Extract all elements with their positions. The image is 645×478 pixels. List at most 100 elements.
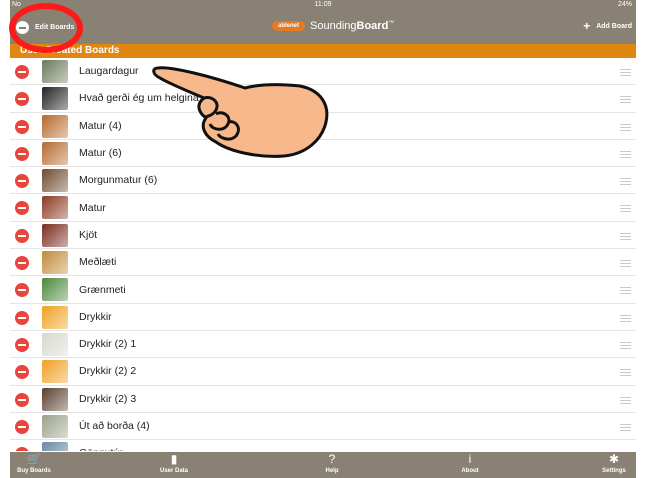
delete-icon[interactable] bbox=[15, 392, 29, 407]
help-icon: ? bbox=[328, 452, 336, 466]
reorder-handle-icon[interactable] bbox=[620, 205, 631, 213]
tab-label: Help bbox=[325, 468, 339, 474]
restaurant-sign-icon bbox=[42, 414, 68, 438]
milk-icon bbox=[42, 332, 68, 356]
board-label: Drykkir (2) 3 bbox=[79, 392, 137, 405]
reorder-handle-icon[interactable] bbox=[620, 314, 631, 322]
app-title-bold: Board bbox=[356, 20, 389, 32]
highlight-circle bbox=[9, 3, 83, 53]
juice-icon bbox=[42, 305, 68, 329]
board-row[interactable]: Drykkir (2) 1 bbox=[10, 331, 636, 359]
coffee-icon bbox=[42, 387, 68, 411]
board-label: Grænmeti bbox=[79, 283, 126, 296]
reorder-handle-icon[interactable] bbox=[620, 341, 631, 349]
reorder-handle-icon[interactable] bbox=[620, 423, 631, 431]
delete-icon[interactable] bbox=[15, 119, 29, 134]
delete-icon[interactable] bbox=[15, 92, 29, 107]
tab-label: Buy Boards bbox=[17, 468, 51, 474]
delete-icon[interactable] bbox=[15, 256, 29, 271]
board-row[interactable]: Meðlæti bbox=[10, 249, 636, 277]
tab-buy-boards[interactable]: 🛒 Buy Boards bbox=[10, 452, 64, 478]
board-row[interactable]: Göngutúr bbox=[10, 440, 636, 451]
board-label: Drykkir (2) 2 bbox=[79, 365, 137, 378]
delete-icon[interactable] bbox=[15, 146, 29, 161]
delete-icon[interactable] bbox=[15, 337, 29, 352]
status-bar: No 11:09 24% bbox=[10, 0, 636, 10]
landscape-icon bbox=[42, 442, 68, 451]
board-label: Út að borða (4) bbox=[79, 420, 150, 432]
tab-about[interactable]: i About bbox=[440, 452, 500, 478]
board-row[interactable]: Morgunmatur (6) bbox=[10, 167, 636, 195]
reorder-handle-icon[interactable] bbox=[620, 178, 631, 186]
app-title-main: Sounding bbox=[310, 20, 357, 32]
reorder-handle-icon[interactable] bbox=[620, 69, 631, 76]
section-header: User Created Boards bbox=[10, 44, 636, 58]
delete-icon[interactable] bbox=[15, 447, 29, 451]
add-board-label: Add Board bbox=[596, 22, 632, 30]
delete-icon[interactable] bbox=[15, 174, 29, 189]
tab-user-data[interactable]: ▮ User Data bbox=[144, 452, 204, 478]
clock: 11:09 bbox=[314, 1, 332, 8]
reorder-handle-icon[interactable] bbox=[620, 396, 631, 404]
nav-bar: Edit Boards ablenet SoundingBoard™ + Add… bbox=[10, 10, 636, 44]
delete-icon[interactable] bbox=[15, 283, 29, 298]
trademark-mark: ™ bbox=[388, 20, 395, 27]
tab-label: Settings bbox=[602, 468, 626, 474]
delete-icon[interactable] bbox=[15, 310, 29, 325]
board-label: Laugardagur bbox=[79, 65, 139, 78]
reorder-handle-icon[interactable] bbox=[620, 123, 631, 131]
vegetables-icon bbox=[42, 278, 68, 302]
delete-icon[interactable] bbox=[15, 201, 29, 216]
app-title: SoundingBoard™ bbox=[310, 20, 394, 32]
board-label: Morgunmatur (6) bbox=[79, 174, 158, 187]
tab-label: User Data bbox=[159, 468, 188, 474]
board-row[interactable]: Grænmeti bbox=[10, 276, 636, 304]
reorder-handle-icon[interactable] bbox=[620, 287, 631, 295]
bar-chart-icon: ▮ bbox=[170, 452, 178, 466]
delete-icon[interactable] bbox=[15, 419, 29, 434]
ablenet-logo: ablenet bbox=[272, 21, 306, 31]
cart-icon: 🛒 bbox=[26, 452, 42, 466]
tab-settings[interactable]: ✱ Settings bbox=[584, 452, 636, 478]
tab-label: About bbox=[461, 468, 479, 474]
plus-icon: + bbox=[583, 19, 591, 33]
board-row[interactable]: Drykkir (2) 2 bbox=[10, 358, 636, 386]
burger-icon bbox=[42, 114, 68, 138]
board-label: Kjöt bbox=[79, 228, 98, 241]
meat-icon bbox=[42, 223, 68, 247]
reorder-handle-icon[interactable] bbox=[620, 96, 631, 104]
delete-icon[interactable] bbox=[15, 65, 29, 79]
gear-icon: ✱ bbox=[608, 452, 620, 466]
app-brand: ablenet SoundingBoard™ bbox=[272, 20, 394, 32]
board-row[interactable]: Kjöt bbox=[10, 222, 636, 250]
board-row[interactable]: Út að borða (4) bbox=[10, 413, 636, 441]
board-label: Meðlæti bbox=[79, 256, 117, 269]
board-label: Drykkir bbox=[79, 310, 112, 323]
breakfast-bowl-icon bbox=[42, 169, 68, 193]
battery-level: 24% bbox=[617, 1, 632, 8]
board-row[interactable]: Matur bbox=[10, 194, 636, 222]
pasta-icon bbox=[42, 251, 68, 275]
reorder-handle-icon[interactable] bbox=[620, 150, 631, 158]
walking-people-icon bbox=[42, 87, 68, 111]
reorder-handle-icon[interactable] bbox=[620, 232, 631, 240]
juice-icon bbox=[42, 360, 68, 384]
delete-icon[interactable] bbox=[15, 365, 29, 380]
reorder-handle-icon[interactable] bbox=[620, 260, 631, 268]
grill-food-icon bbox=[42, 196, 68, 220]
info-icon: i bbox=[468, 452, 472, 466]
tab-help[interactable]: ? Help bbox=[302, 452, 362, 478]
board-row[interactable]: Drykkir (2) 3 bbox=[10, 386, 636, 413]
delete-icon[interactable] bbox=[15, 228, 29, 243]
board-label: Matur (4) bbox=[79, 119, 122, 132]
board-label: Drykkir (2) 1 bbox=[79, 338, 137, 351]
board-label: Göngutúr bbox=[79, 447, 123, 451]
burger-icon bbox=[42, 141, 68, 165]
pointing-hand-icon bbox=[152, 66, 329, 158]
calendar-photo-icon bbox=[42, 60, 68, 83]
tab-bar: 🛒 Buy Boards ▮ User Data? Help i About ✱ Setting… bbox=[10, 452, 636, 478]
board-label: Matur (6) bbox=[79, 147, 122, 160]
add-board-button[interactable]: + Add Board bbox=[583, 20, 632, 32]
reorder-handle-icon[interactable] bbox=[620, 369, 631, 377]
board-row[interactable]: Drykkir bbox=[10, 304, 636, 331]
